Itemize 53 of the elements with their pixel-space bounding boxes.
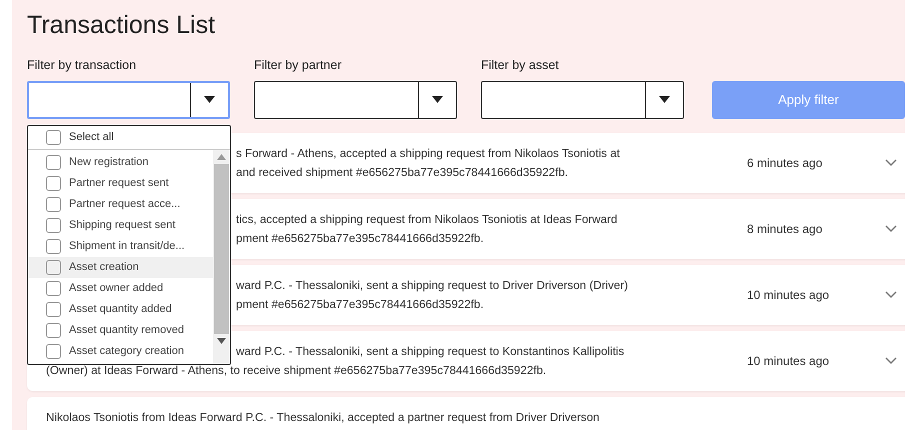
scroll-down-icon[interactable] bbox=[217, 338, 226, 344]
checkbox[interactable] bbox=[46, 281, 61, 296]
option-row[interactable]: Asset creation bbox=[28, 257, 213, 278]
option-label: Partner request acce... bbox=[69, 197, 180, 212]
option-label: Shipping request sent bbox=[69, 218, 176, 234]
filter-label: Filter by transaction bbox=[27, 57, 138, 74]
chevron-icon[interactable] bbox=[885, 290, 897, 299]
caret-icon bbox=[432, 96, 443, 104]
option-label: Asset category creation bbox=[69, 344, 184, 360]
option-label: Select all bbox=[69, 130, 114, 146]
checkbox[interactable] bbox=[46, 155, 61, 170]
transaction-text: tics, accepted a shipping request from Nikolaos Tsoniotis at Ideas Forward bbox=[236, 212, 618, 228]
transaction-text: pment #e656275ba77e395c78441666d35922fb. bbox=[236, 296, 484, 313]
dropdown-field[interactable] bbox=[480, 80, 684, 119]
transaction-text: ward P.C. - Thessaloniki, sent a shipping request to Konstantinos Kallipolitis bbox=[236, 344, 624, 360]
filter-label: Filter by partner bbox=[254, 57, 342, 74]
checkbox[interactable] bbox=[46, 323, 61, 338]
option-label: Partner request sent bbox=[69, 176, 169, 192]
filter-label: Filter by asset bbox=[480, 57, 560, 74]
option-label: Asset owner added bbox=[69, 281, 164, 296]
transaction-text: and received shipment #e656275ba77e395c78441666d35922fb. bbox=[236, 164, 568, 181]
checkbox[interactable] bbox=[46, 218, 61, 233]
transaction-text: pment #e656275ba77e395c78441666d35922fb. bbox=[236, 230, 484, 247]
option-label: Asset creation bbox=[69, 260, 139, 276]
timestamp: 6 minutes ago bbox=[747, 154, 824, 172]
page-title: Transactions List bbox=[27, 10, 216, 40]
transaction-text: s Forward - Athens, accepted a shipping request from Nikolaos Tsoniotis at bbox=[236, 146, 620, 162]
timestamp: 8 minutes ago bbox=[747, 220, 824, 238]
option-label: Asset quantity removed bbox=[69, 323, 184, 338]
chevron-icon[interactable] bbox=[885, 356, 897, 365]
dropdown-field[interactable] bbox=[27, 80, 230, 119]
chevron-icon[interactable] bbox=[885, 224, 897, 233]
timestamp: 10 minutes ago bbox=[747, 352, 830, 370]
caret-icon bbox=[204, 96, 215, 104]
transaction-text: ward P.C. - Thessaloniki, sent a shipping request to Driver Driverson (Driver) bbox=[236, 278, 628, 294]
transaction-text: (Owner) at Ideas Forward - Athens, to receive shipment #e656275ba77e395c78441666d35922fb. bbox=[46, 362, 546, 379]
checkbox[interactable] bbox=[46, 130, 61, 145]
option-label: Shipment in transit/de... bbox=[69, 239, 185, 254]
timestamp: 10 minutes ago bbox=[747, 286, 830, 304]
scrollbar[interactable] bbox=[213, 150, 230, 364]
checkbox[interactable] bbox=[46, 302, 61, 317]
checkbox[interactable] bbox=[46, 176, 61, 191]
caret-icon bbox=[658, 96, 670, 104]
checkbox[interactable] bbox=[46, 260, 61, 275]
transaction-text: Nikolaos Tsoniotis from Ideas Forward P.C. - Thessaloniki, accepted a partner request from Driver Driverson bbox=[46, 410, 600, 426]
chevron-icon[interactable] bbox=[885, 158, 897, 167]
option-label: New registration bbox=[69, 155, 148, 170]
checkbox[interactable] bbox=[46, 239, 61, 254]
option-label: Asset quantity added bbox=[69, 302, 172, 318]
checkbox[interactable] bbox=[46, 197, 61, 212]
dropdown-field[interactable] bbox=[254, 80, 457, 119]
checkbox[interactable] bbox=[46, 344, 61, 359]
scroll-up-icon[interactable] bbox=[217, 154, 226, 160]
